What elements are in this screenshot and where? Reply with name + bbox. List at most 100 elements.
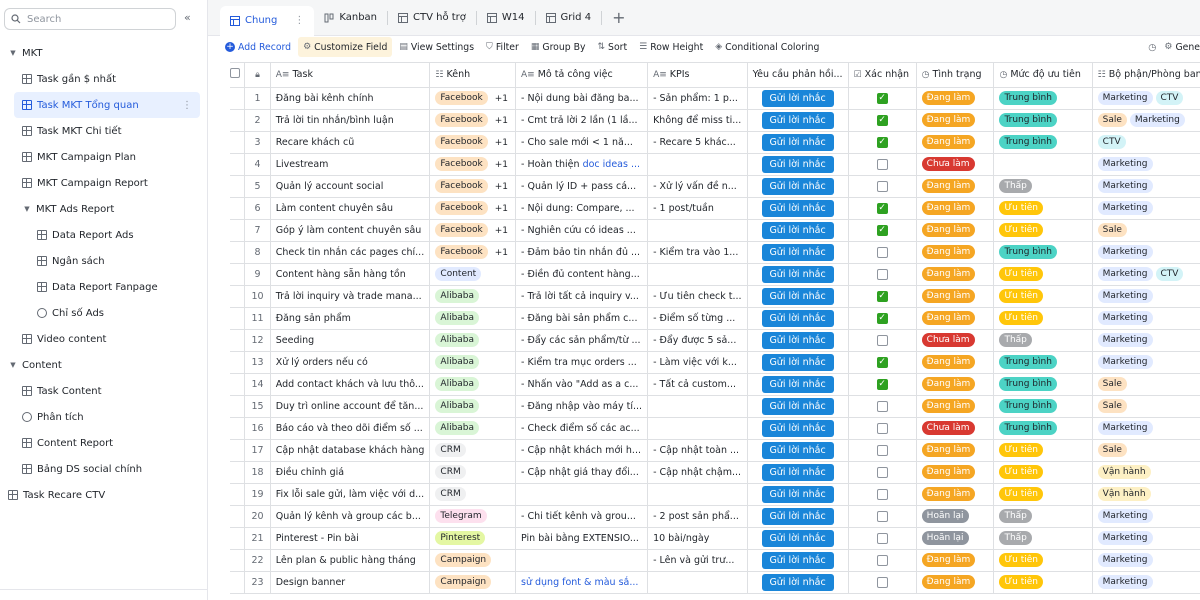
sidebar-item-16[interactable]: Bảng DS social chính bbox=[0, 456, 207, 482]
kpi-cell[interactable] bbox=[647, 263, 748, 286]
filter-button[interactable]: ⛉ Filter bbox=[481, 37, 524, 57]
description-cell[interactable]: - Nghiên cứu có ideas ... bbox=[515, 219, 649, 242]
confirm-cell[interactable]: ✓ bbox=[848, 285, 917, 308]
task-cell[interactable]: Cập nhật database khách hàng bbox=[270, 439, 431, 462]
table-row[interactable]: 1 Đăng bài kênh chính Facebook +1 - Nội dung… bbox=[230, 87, 1200, 110]
row-select-cell[interactable] bbox=[230, 483, 246, 506]
row-select-cell[interactable] bbox=[230, 241, 246, 264]
send-reminder-button[interactable]: Gửi lời nhắc bbox=[761, 375, 834, 393]
row-select-cell[interactable] bbox=[230, 461, 246, 484]
status-cell[interactable]: Đang làm bbox=[916, 351, 995, 374]
confirm-checkbox[interactable] bbox=[876, 554, 888, 566]
department-cell[interactable]: Marketing bbox=[1092, 417, 1200, 440]
department-cell[interactable]: CTV bbox=[1092, 131, 1200, 154]
column-header-8[interactable]: ☷ Bộ phận/Phòng ban bbox=[1092, 63, 1200, 88]
group-by-button[interactable]: ▦ Group By bbox=[526, 37, 591, 57]
channel-cell[interactable]: Facebook +1 bbox=[429, 87, 517, 110]
column-header-1[interactable]: ☷ Kênh bbox=[429, 63, 517, 88]
table-row[interactable]: 7 Góp ý làm content chuyên sâu Facebook +1 -… bbox=[230, 219, 1200, 242]
sidebar-item-13[interactable]: Task Content bbox=[0, 378, 207, 404]
row-select-cell[interactable] bbox=[230, 153, 246, 176]
row-select-cell[interactable] bbox=[230, 527, 246, 550]
sidebar-item-10[interactable]: Chỉ số Ads bbox=[0, 300, 207, 326]
send-reminder-button[interactable]: Gửi lời nhắc bbox=[761, 573, 834, 591]
sidebar-item-1[interactable]: Task gần $ nhất bbox=[0, 66, 207, 92]
confirm-checkbox[interactable]: ✓ bbox=[876, 290, 888, 302]
channel-cell[interactable]: Facebook +1 bbox=[429, 241, 517, 264]
row-select-cell[interactable] bbox=[230, 395, 246, 418]
channel-cell[interactable]: CRM bbox=[429, 461, 517, 484]
task-cell[interactable]: Làm content chuyên sâu bbox=[270, 197, 431, 220]
column-header-4[interactable]: Yêu cầu phản hồi... bbox=[747, 63, 849, 88]
row-select-cell[interactable] bbox=[230, 329, 246, 352]
department-cell[interactable]: Marketing bbox=[1092, 351, 1200, 374]
table-row[interactable]: 13 Xử lý orders nếu có Alibaba - Kiểm tra m… bbox=[230, 351, 1200, 374]
confirm-cell[interactable] bbox=[848, 461, 917, 484]
table-row[interactable]: 17 Cập nhật database khách hàng CRM - Cập n… bbox=[230, 439, 1200, 462]
priority-cell[interactable]: Ưu tiên bbox=[993, 571, 1093, 594]
description-cell[interactable]: Pin bài bằng EXTENSIO... bbox=[515, 527, 649, 550]
row-select-cell[interactable] bbox=[230, 351, 246, 374]
confirm-cell[interactable]: ✓ bbox=[848, 131, 917, 154]
table-row[interactable]: 4 Livestream Facebook +1 - Hoàn thiện doc id… bbox=[230, 153, 1200, 176]
sort-button[interactable]: ⇅ Sort bbox=[593, 37, 633, 57]
description-cell[interactable] bbox=[515, 549, 649, 572]
department-cell[interactable]: Sale bbox=[1092, 395, 1200, 418]
table-row[interactable]: 6 Làm content chuyên sâu Facebook +1 - Nội d… bbox=[230, 197, 1200, 220]
generate-button[interactable]: ⚙ Gene bbox=[1164, 37, 1200, 57]
confirm-cell[interactable] bbox=[848, 395, 917, 418]
description-cell[interactable]: - Đăng bài sản phẩm c... bbox=[515, 307, 649, 330]
table-row[interactable]: 14 Add contact khách và lưu thô... Alibaba… bbox=[230, 373, 1200, 396]
status-cell[interactable]: Chưa làm bbox=[916, 329, 995, 352]
table-row[interactable]: 10 Trả lời inquiry và trade mana... Alibab… bbox=[230, 285, 1200, 308]
priority-cell[interactable]: Thấp bbox=[993, 527, 1093, 550]
department-cell[interactable]: Marketing CTV bbox=[1092, 263, 1200, 286]
kpi-cell[interactable]: - Cập nhật toàn ... bbox=[647, 439, 748, 462]
row-select-cell[interactable] bbox=[230, 549, 246, 572]
kpi-cell[interactable]: - Kiểm tra vào 1... bbox=[647, 241, 748, 264]
task-cell[interactable]: Báo cáo và theo dõi điểm số ... bbox=[270, 417, 431, 440]
description-cell[interactable]: - Cho sale mới < 1 nă... bbox=[515, 131, 649, 154]
chevron-down-icon[interactable]: ▼ bbox=[22, 205, 32, 213]
department-cell[interactable]: Sale bbox=[1092, 373, 1200, 396]
confirm-cell[interactable]: ✓ bbox=[848, 219, 917, 242]
status-cell[interactable]: Chưa làm bbox=[916, 417, 995, 440]
department-cell[interactable]: Marketing CTV bbox=[1092, 87, 1200, 110]
task-cell[interactable]: Seeding bbox=[270, 329, 431, 352]
confirm-cell[interactable] bbox=[848, 571, 917, 594]
kpi-cell[interactable] bbox=[647, 571, 748, 594]
priority-cell[interactable]: Thấp bbox=[993, 505, 1093, 528]
send-reminder-button[interactable]: Gửi lời nhắc bbox=[761, 551, 834, 569]
table-row[interactable]: 23 Design banner Campaign sử dụng font & mà… bbox=[230, 571, 1200, 594]
task-cell[interactable]: Livestream bbox=[270, 153, 431, 176]
description-cell[interactable]: sử dụng font & màu sắ... bbox=[515, 571, 649, 594]
kpi-cell[interactable]: - Điểm số từng ... bbox=[647, 307, 748, 330]
description-cell[interactable]: - Kiểm tra mục orders ... bbox=[515, 351, 649, 374]
row-select-cell[interactable] bbox=[230, 571, 246, 594]
channel-cell[interactable]: Alibaba bbox=[429, 329, 517, 352]
row-select-cell[interactable] bbox=[230, 505, 246, 528]
description-cell[interactable] bbox=[515, 483, 649, 506]
priority-cell[interactable]: Ưu tiên bbox=[993, 285, 1093, 308]
channel-cell[interactable]: Alibaba bbox=[429, 307, 517, 330]
column-header-5[interactable]: ☑ Xác nhận bbox=[848, 63, 917, 88]
channel-cell[interactable]: Telegram bbox=[429, 505, 517, 528]
priority-cell[interactable]: Thấp bbox=[993, 175, 1093, 198]
task-cell[interactable]: Fix lỗi sale gửi, làm việc với d... bbox=[270, 483, 431, 506]
history-icon[interactable]: ◷ bbox=[1148, 42, 1156, 53]
confirm-checkbox[interactable] bbox=[876, 180, 888, 192]
channel-cell[interactable]: Facebook +1 bbox=[429, 197, 517, 220]
description-cell[interactable]: - Trả lời tất cả inquiry v... bbox=[515, 285, 649, 308]
row-select-cell[interactable] bbox=[230, 109, 246, 132]
confirm-checkbox[interactable]: ✓ bbox=[876, 356, 888, 368]
confirm-cell[interactable]: ✓ bbox=[848, 373, 917, 396]
send-reminder-button[interactable]: Gửi lời nhắc bbox=[761, 485, 834, 503]
confirm-cell[interactable] bbox=[848, 329, 917, 352]
tab-2[interactable]: CTV hỗ trợ bbox=[388, 4, 476, 32]
priority-cell[interactable]: Thấp bbox=[993, 329, 1093, 352]
sidebar-item-14[interactable]: Phân tích bbox=[0, 404, 207, 430]
kpi-cell[interactable] bbox=[647, 219, 748, 242]
department-cell[interactable]: Marketing bbox=[1092, 153, 1200, 176]
department-cell[interactable]: Sale Marketing bbox=[1092, 109, 1200, 132]
status-cell[interactable]: Đang làm bbox=[916, 219, 995, 242]
